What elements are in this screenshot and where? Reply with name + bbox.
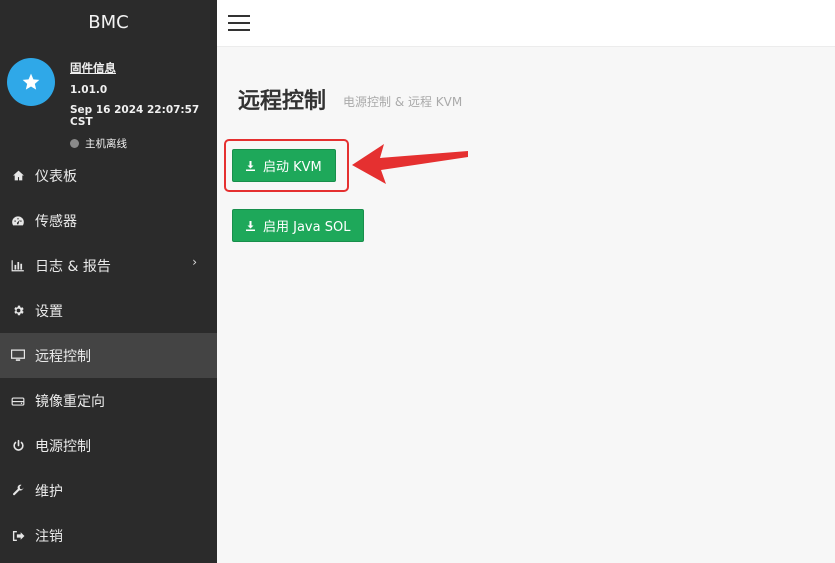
download-icon — [245, 220, 256, 232]
sidebar-item-label: 设置 — [35, 303, 63, 320]
page-title: 远程控制 — [238, 89, 327, 114]
host-status: 主机离线 — [70, 136, 217, 151]
brand-title: BMC — [88, 12, 129, 33]
sidebar-item-label: 传感器 — [35, 213, 77, 230]
avatar — [7, 58, 55, 106]
enable-java-sol-button[interactable]: 启用 Java SOL — [232, 209, 364, 242]
sidebar-item-sensors[interactable]: 传感器 — [0, 198, 217, 243]
drive-icon — [11, 394, 25, 408]
sidebar-nav: 仪表板 传感器 日志 & 报告 › 设置 远程控制 镜像重定向 电源控制 维护 … — [0, 153, 217, 558]
page-subtitle: 电源控制 & 远程 KVM — [343, 95, 463, 109]
sidebar: BMC 固件信息 1.01.0 Sep 16 2024 22:07:57 CST… — [0, 0, 217, 563]
sidebar-item-label: 日志 & 报告 — [35, 258, 111, 275]
sidebar-item-label: 镜像重定向 — [35, 393, 105, 410]
hamburger-menu-icon[interactable] — [228, 15, 250, 31]
sidebar-item-media-redirect[interactable]: 镜像重定向 — [0, 378, 217, 423]
profile-panel: 固件信息 1.01.0 Sep 16 2024 22:07:57 CST 主机离… — [0, 46, 217, 152]
sidebar-item-label: 维护 — [35, 483, 63, 500]
dashboard-gauge-icon — [11, 214, 25, 228]
firmware-date: Sep 16 2024 22:07:57 CST — [70, 104, 200, 128]
sidebar-item-label: 注销 — [35, 528, 63, 545]
sidebar-item-logout[interactable]: 注销 — [0, 513, 217, 558]
sidebar-item-power-control[interactable]: 电源控制 — [0, 423, 217, 468]
status-dot-icon — [70, 139, 79, 148]
gear-icon — [11, 304, 25, 318]
top-bar — [217, 0, 835, 47]
enable-java-sol-label: 启用 Java SOL — [263, 220, 351, 235]
power-icon — [11, 439, 25, 453]
home-icon — [11, 169, 25, 183]
star-icon — [22, 73, 40, 90]
red-arrow-icon — [352, 144, 468, 184]
sidebar-item-maintenance[interactable]: 维护 — [0, 468, 217, 513]
highlight-box — [224, 139, 349, 192]
sidebar-item-label: 仪表板 — [35, 168, 77, 185]
wrench-icon — [11, 484, 25, 498]
sidebar-item-label: 电源控制 — [35, 438, 91, 455]
firmware-info-link[interactable]: 固件信息 — [70, 60, 217, 76]
logout-icon — [11, 529, 25, 543]
host-status-label: 主机离线 — [85, 138, 127, 150]
bar-chart-icon — [11, 259, 25, 273]
main-content: 远程控制 电源控制 & 远程 KVM 启动 KVM 启用 Java SOL — [217, 48, 835, 563]
sidebar-item-label: 远程控制 — [35, 348, 91, 365]
sidebar-item-dashboard[interactable]: 仪表板 — [0, 153, 217, 198]
chevron-right-icon: › — [192, 255, 197, 269]
firmware-version: 1.01.0 — [70, 84, 108, 96]
monitor-icon — [11, 349, 25, 363]
sidebar-item-logs-reports[interactable]: 日志 & 报告 › — [0, 243, 217, 288]
sidebar-item-settings[interactable]: 设置 — [0, 288, 217, 333]
sidebar-item-remote-control[interactable]: 远程控制 — [0, 333, 217, 378]
